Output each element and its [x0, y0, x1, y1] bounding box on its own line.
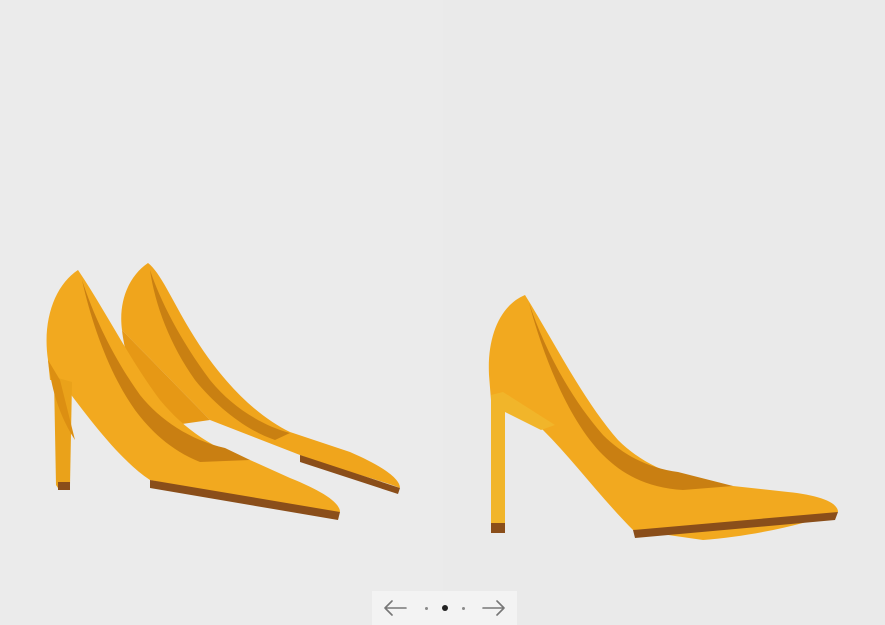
arrow-left-icon: [384, 600, 407, 616]
next-image-button[interactable]: [481, 598, 507, 618]
gallery-image-single[interactable]: [443, 0, 885, 625]
pager-dots: [424, 605, 465, 611]
gallery-pager: [372, 591, 517, 625]
pager-dot-2[interactable]: [441, 605, 448, 611]
arrow-right-icon: [482, 600, 505, 616]
single-shoe: [488, 295, 838, 540]
yellow-pump-side-illustration: [488, 295, 838, 540]
previous-image-button[interactable]: [382, 598, 408, 618]
pager-dot-1[interactable]: [424, 606, 428, 610]
gallery-image-pair[interactable]: [0, 0, 442, 625]
product-image-gallery: [0, 0, 885, 625]
yellow-pumps-pair-illustration: [46, 263, 401, 520]
pager-dot-3[interactable]: [461, 606, 465, 610]
